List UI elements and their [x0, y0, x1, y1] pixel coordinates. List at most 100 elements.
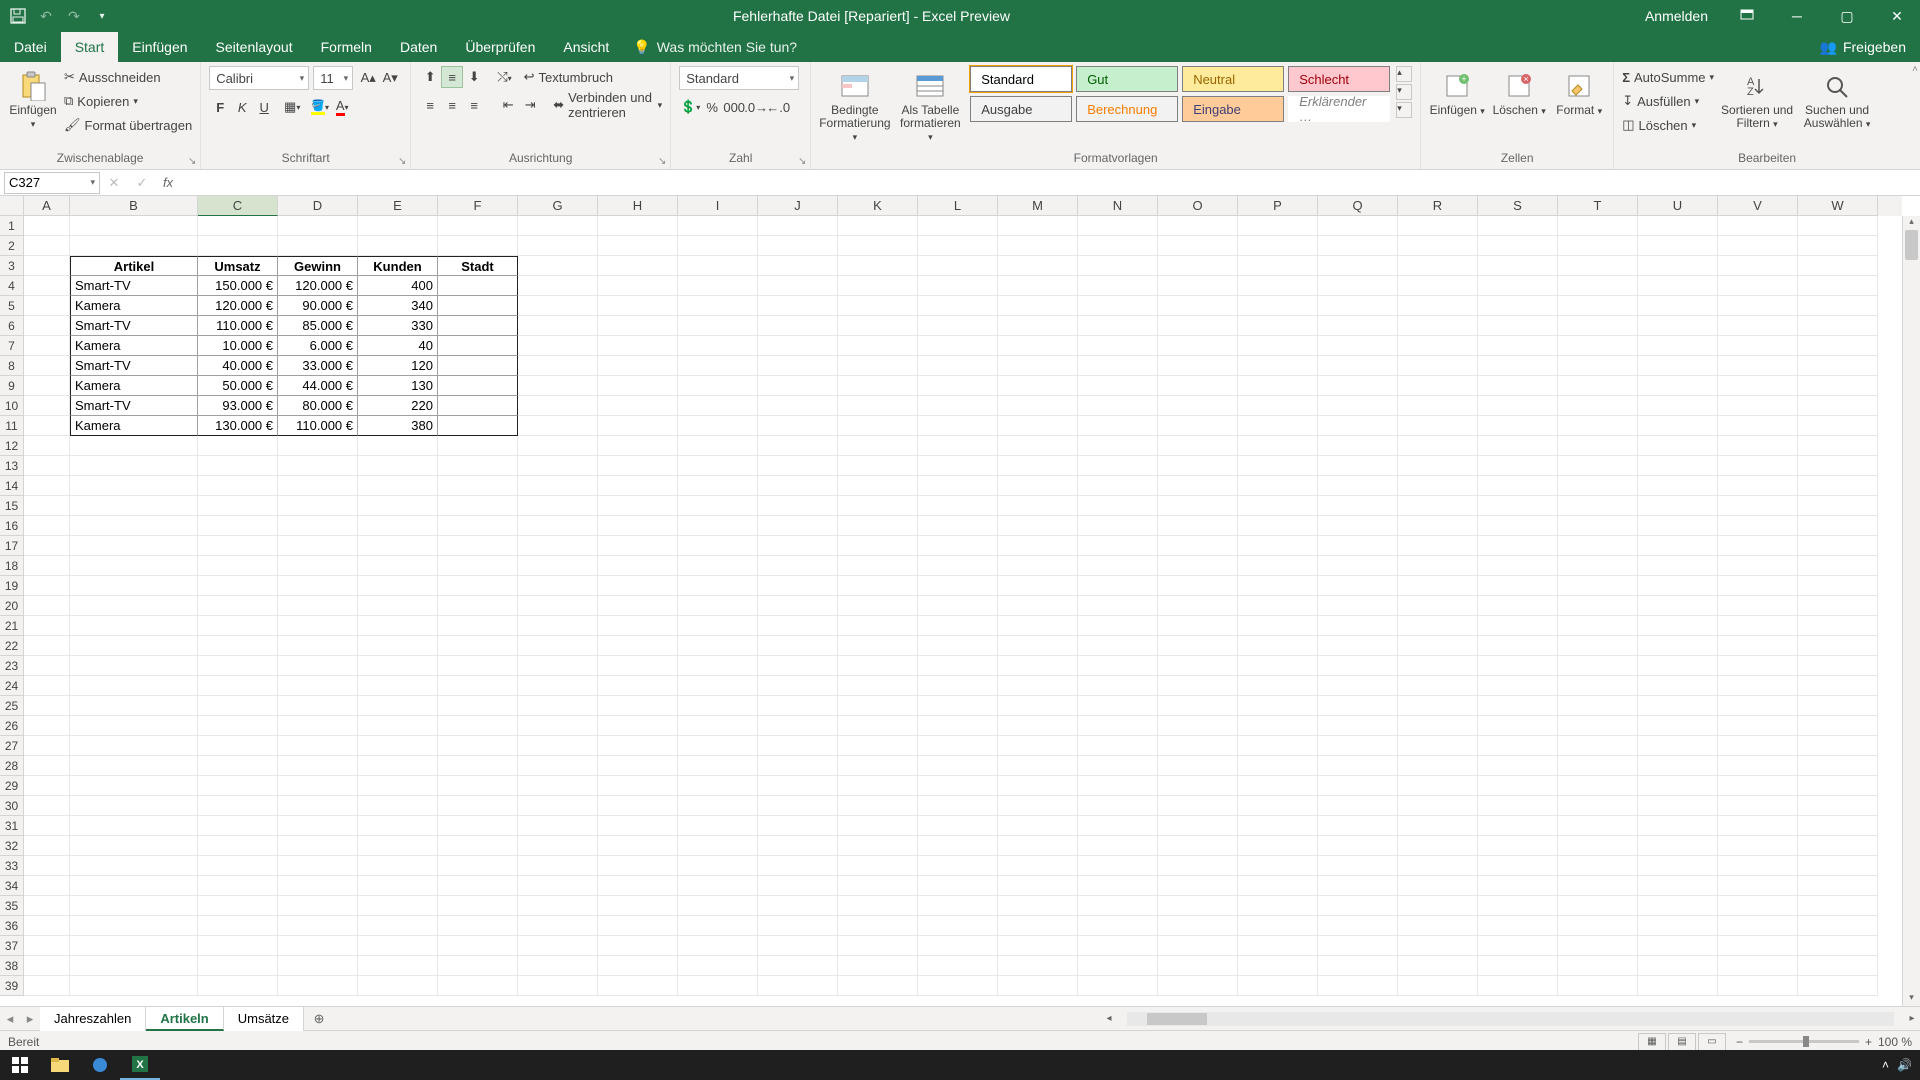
cell-D33[interactable]: [278, 856, 358, 876]
fill-color-button[interactable]: 🪣▾: [309, 96, 331, 118]
cell-S8[interactable]: [1478, 356, 1558, 376]
cell-L1[interactable]: [918, 216, 998, 236]
cell-H7[interactable]: [598, 336, 678, 356]
cell-I4[interactable]: [678, 276, 758, 296]
name-box[interactable]: C327: [4, 172, 100, 194]
cell-K7[interactable]: [838, 336, 918, 356]
cell-E8[interactable]: 120: [358, 356, 438, 376]
cell-T7[interactable]: [1558, 336, 1638, 356]
cell-T6[interactable]: [1558, 316, 1638, 336]
conditional-formatting-button[interactable]: Bedingte Formatierung ▾: [819, 66, 890, 144]
cell-N21[interactable]: [1078, 616, 1158, 636]
cell-G3[interactable]: [518, 256, 598, 276]
cell-G10[interactable]: [518, 396, 598, 416]
font-name-dropdown[interactable]: Calibri: [209, 66, 309, 90]
align-top-button[interactable]: ⬆: [419, 66, 441, 88]
cell-R14[interactable]: [1398, 476, 1478, 496]
cell-L5[interactable]: [918, 296, 998, 316]
cell-A27[interactable]: [24, 736, 70, 756]
cell-I7[interactable]: [678, 336, 758, 356]
sheet-nav-prev[interactable]: ◂: [0, 1011, 20, 1027]
cell-O16[interactable]: [1158, 516, 1238, 536]
cell-B16[interactable]: [70, 516, 198, 536]
cell-B33[interactable]: [70, 856, 198, 876]
cell-P12[interactable]: [1238, 436, 1318, 456]
cell-C34[interactable]: [198, 876, 278, 896]
cell-style-standard[interactable]: Standard: [970, 66, 1072, 92]
cell-S23[interactable]: [1478, 656, 1558, 676]
cell-N29[interactable]: [1078, 776, 1158, 796]
cell-D38[interactable]: [278, 956, 358, 976]
cell-I9[interactable]: [678, 376, 758, 396]
cell-B13[interactable]: [70, 456, 198, 476]
row-header-9[interactable]: 9: [0, 376, 24, 396]
cell-I22[interactable]: [678, 636, 758, 656]
cell-E39[interactable]: [358, 976, 438, 996]
cell-S30[interactable]: [1478, 796, 1558, 816]
row-header-8[interactable]: 8: [0, 356, 24, 376]
clipboard-launcher-icon[interactable]: ↘: [186, 155, 198, 167]
tab-überprüfen[interactable]: Überprüfen: [451, 32, 549, 62]
redo-icon[interactable]: ↷: [66, 8, 82, 24]
cell-N38[interactable]: [1078, 956, 1158, 976]
row-header-22[interactable]: 22: [0, 636, 24, 656]
cell-U5[interactable]: [1638, 296, 1718, 316]
cell-D19[interactable]: [278, 576, 358, 596]
cell-F2[interactable]: [438, 236, 518, 256]
cell-style-neutral[interactable]: Neutral: [1182, 66, 1284, 92]
cell-E6[interactable]: 330: [358, 316, 438, 336]
cell-O6[interactable]: [1158, 316, 1238, 336]
zoom-thumb[interactable]: [1803, 1036, 1809, 1047]
cell-L23[interactable]: [918, 656, 998, 676]
cell-D6[interactable]: 85.000 €: [278, 316, 358, 336]
cell-D17[interactable]: [278, 536, 358, 556]
cell-H29[interactable]: [598, 776, 678, 796]
cell-T27[interactable]: [1558, 736, 1638, 756]
minimize-button[interactable]: ─: [1774, 0, 1820, 32]
cell-O13[interactable]: [1158, 456, 1238, 476]
cell-C23[interactable]: [198, 656, 278, 676]
tellme-search[interactable]: 💡 Was möchten Sie tun?: [623, 32, 807, 62]
row-header-13[interactable]: 13: [0, 456, 24, 476]
cell-K9[interactable]: [838, 376, 918, 396]
cell-A18[interactable]: [24, 556, 70, 576]
cell-W27[interactable]: [1798, 736, 1878, 756]
cell-A7[interactable]: [24, 336, 70, 356]
cell-M37[interactable]: [998, 936, 1078, 956]
start-button[interactable]: [0, 1050, 40, 1080]
cell-L35[interactable]: [918, 896, 998, 916]
cell-R30[interactable]: [1398, 796, 1478, 816]
cell-F36[interactable]: [438, 916, 518, 936]
cell-F10[interactable]: [438, 396, 518, 416]
cell-Q30[interactable]: [1318, 796, 1398, 816]
cell-B2[interactable]: [70, 236, 198, 256]
cell-M35[interactable]: [998, 896, 1078, 916]
cell-K6[interactable]: [838, 316, 918, 336]
cell-A16[interactable]: [24, 516, 70, 536]
cell-N4[interactable]: [1078, 276, 1158, 296]
cell-K19[interactable]: [838, 576, 918, 596]
cell-T8[interactable]: [1558, 356, 1638, 376]
cell-R3[interactable]: [1398, 256, 1478, 276]
cell-M10[interactable]: [998, 396, 1078, 416]
row-header-27[interactable]: 27: [0, 736, 24, 756]
cell-N18[interactable]: [1078, 556, 1158, 576]
cell-H13[interactable]: [598, 456, 678, 476]
cell-style-eingabe[interactable]: Eingabe: [1182, 96, 1284, 122]
cell-A9[interactable]: [24, 376, 70, 396]
cell-A38[interactable]: [24, 956, 70, 976]
cell-R1[interactable]: [1398, 216, 1478, 236]
cell-W11[interactable]: [1798, 416, 1878, 436]
cell-G11[interactable]: [518, 416, 598, 436]
cell-C32[interactable]: [198, 836, 278, 856]
cell-C22[interactable]: [198, 636, 278, 656]
tab-seitenlayout[interactable]: Seitenlayout: [202, 32, 307, 62]
cell-Q16[interactable]: [1318, 516, 1398, 536]
cell-N19[interactable]: [1078, 576, 1158, 596]
cell-B1[interactable]: [70, 216, 198, 236]
cell-G37[interactable]: [518, 936, 598, 956]
cell-T31[interactable]: [1558, 816, 1638, 836]
cell-P11[interactable]: [1238, 416, 1318, 436]
close-button[interactable]: ✕: [1874, 0, 1920, 32]
cell-O15[interactable]: [1158, 496, 1238, 516]
